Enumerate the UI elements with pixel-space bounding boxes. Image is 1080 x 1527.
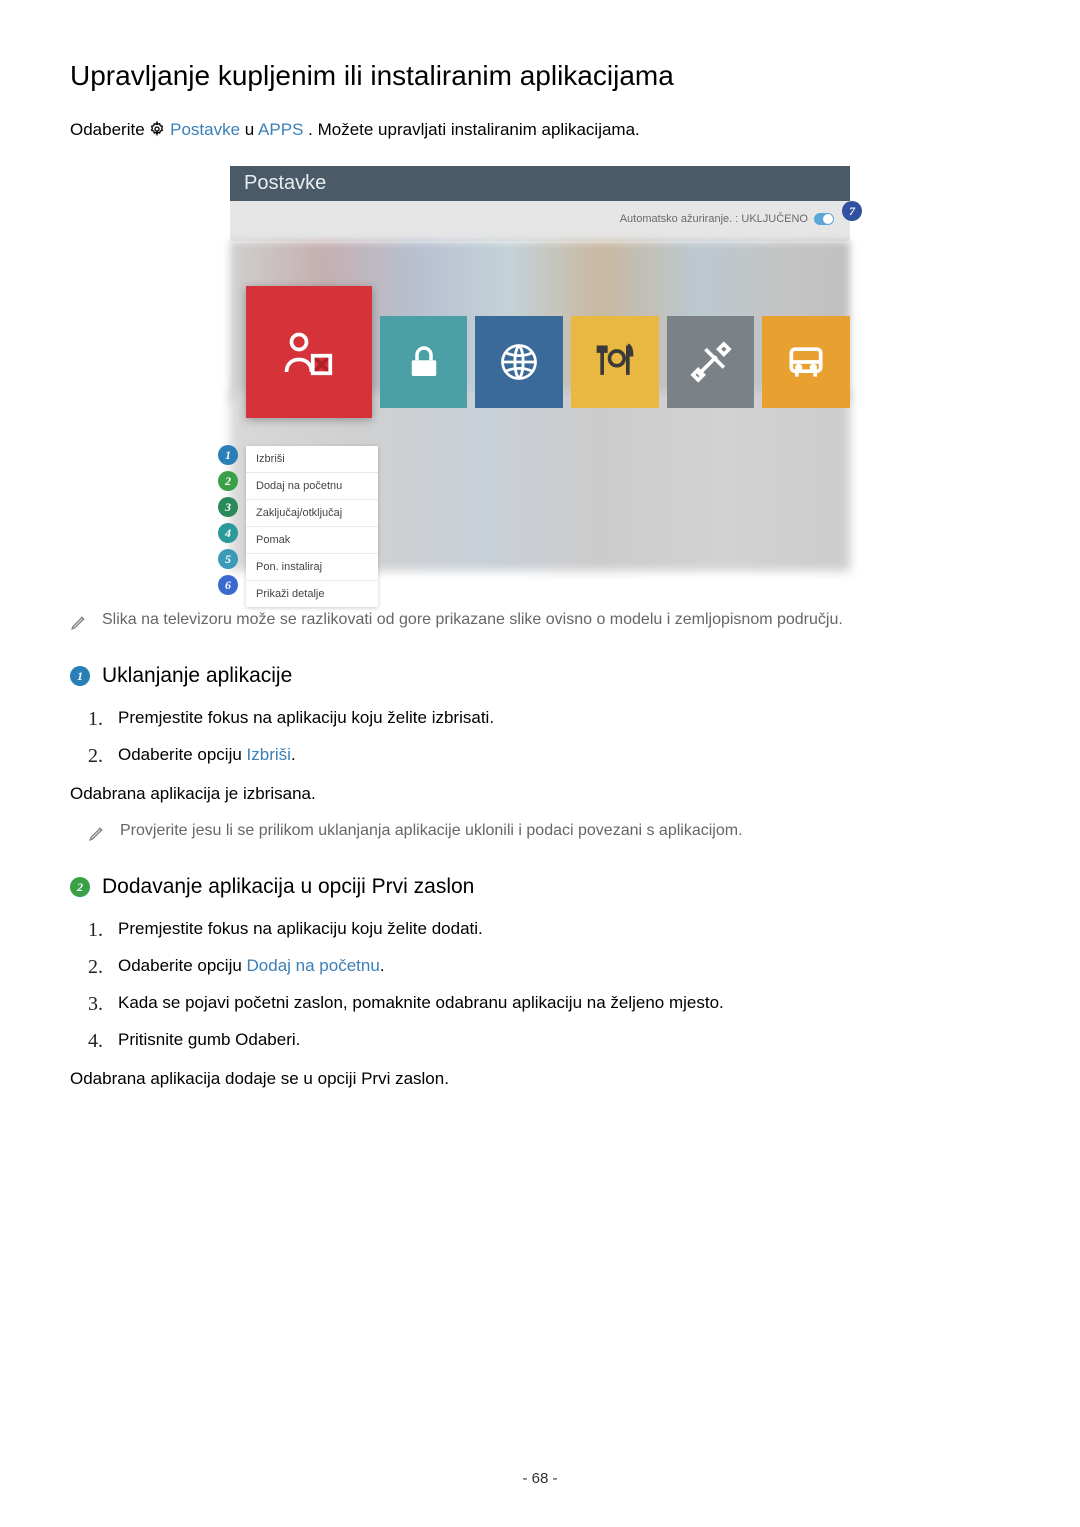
s2-step2-post: . xyxy=(380,956,385,975)
link-apps: APPS xyxy=(258,120,303,139)
intro-mid: u xyxy=(245,120,258,139)
page-number: - 68 - xyxy=(0,1470,1080,1487)
list-item: 2. Odaberite opciju Izbriši. xyxy=(88,745,1010,768)
ctx-item-details[interactable]: Prikaži detalje xyxy=(246,581,378,607)
list-item: 3.Kada se pojavi početni zaslon, pomakni… xyxy=(88,993,1010,1016)
context-menu: Izbriši Dodaj na početnu Zaključaj/otklj… xyxy=(246,446,378,607)
ctx-item-delete[interactable]: Izbriši xyxy=(246,446,378,473)
pencil-icon xyxy=(70,613,88,636)
pencil-icon xyxy=(88,824,106,847)
ctx-item-lock[interactable]: Zaključaj/otključaj xyxy=(246,500,378,527)
s2-step4: Pritisnite gumb Odaberi. xyxy=(118,1030,300,1053)
intro-post: . Možete upravljati instaliranim aplikac… xyxy=(308,120,640,139)
callout-7: 7 xyxy=(842,201,862,221)
section-1-note: Provjerite jesu li se prilikom uklanjanj… xyxy=(70,822,1010,847)
section-2-head: 2 Dodavanje aplikacija u opciji Prvi zas… xyxy=(70,875,1010,899)
s2-step3: Kada se pojavi početni zaslon, pomaknite… xyxy=(118,993,724,1016)
s1-step2-link: Izbriši xyxy=(247,745,291,764)
ctx-item-reinstall[interactable]: Pon. instaliraj xyxy=(246,554,378,581)
note-1-text: Slika na televizoru može se razlikovati … xyxy=(102,611,843,629)
s1-step2-post: . xyxy=(291,745,296,764)
app-tile-row xyxy=(246,316,850,416)
note-1: Slika na televizoru može se razlikovati … xyxy=(70,611,1010,636)
screenshot-top-bar: Automatsko ažuriranje. : UKLJUČENO xyxy=(230,201,850,241)
app-tile-globe[interactable] xyxy=(475,316,563,408)
section-2-result: Odabrana aplikacija dodaje se u opciji P… xyxy=(70,1069,1010,1089)
fork-plate-knife-icon xyxy=(593,340,637,384)
app-tile-lock[interactable] xyxy=(380,316,468,408)
app-tile-selected[interactable] xyxy=(246,286,372,418)
auto-update-toggle[interactable] xyxy=(814,213,834,225)
ctx-item-move[interactable]: Pomak xyxy=(246,527,378,554)
callout-6: 6 xyxy=(218,575,238,595)
app-tile-tools[interactable] xyxy=(667,316,755,408)
intro-pre: Odaberite xyxy=(70,120,149,139)
intro-paragraph: Odaberite Postavke u APPS . Možete uprav… xyxy=(70,120,1010,142)
list-item: 1.Premjestite fokus na aplikaciju koju ž… xyxy=(88,708,1010,731)
callout-4: 4 xyxy=(218,523,238,543)
callout-5: 5 xyxy=(218,549,238,569)
list-item: 2. Odaberite opciju Dodaj na početnu. xyxy=(88,956,1010,979)
callout-1: 1 xyxy=(218,445,238,465)
section-2-steps: 1.Premjestite fokus na aplikaciju koju ž… xyxy=(70,919,1010,1053)
section-2-title: Dodavanje aplikacija u opciji Prvi zaslo… xyxy=(102,875,474,899)
app-tile-bus[interactable] xyxy=(762,316,850,408)
context-callouts: 1 2 3 4 5 6 xyxy=(218,445,238,601)
s1-step1: Premjestite fokus na aplikaciju koju žel… xyxy=(118,708,494,731)
section-1-steps: 1.Premjestite fokus na aplikaciju koju ž… xyxy=(70,708,1010,768)
app-tile-food[interactable] xyxy=(571,316,659,408)
auto-update-label: Automatsko ažuriranje. : UKLJUČENO xyxy=(620,213,808,225)
section-1-head: 1 Uklanjanje aplikacije xyxy=(70,664,1010,688)
page-title: Upravljanje kupljenim ili instaliranim a… xyxy=(70,60,1010,92)
section-2-badge: 2 xyxy=(70,877,90,897)
screenshot-panel: Postavke Automatsko ažuriranje. : UKLJUČ… xyxy=(230,166,850,571)
bus-icon xyxy=(784,340,828,384)
globe-icon xyxy=(497,340,541,384)
screenshot-title: Postavke xyxy=(230,166,850,201)
s2-step2-link: Dodaj na početnu xyxy=(247,956,380,975)
list-item: 4.Pritisnite gumb Odaberi. xyxy=(88,1030,1010,1053)
section-1-badge: 1 xyxy=(70,666,90,686)
section-1-result: Odabrana aplikacija je izbrisana. xyxy=(70,784,1010,804)
s1-step2-pre: Odaberite opciju xyxy=(118,745,247,764)
callout-3: 3 xyxy=(218,497,238,517)
s2-step1: Premjestite fokus na aplikaciju koju žel… xyxy=(118,919,483,942)
section-1-note-text: Provjerite jesu li se prilikom uklanjanj… xyxy=(120,822,743,840)
callout-2: 2 xyxy=(218,471,238,491)
link-postavke: Postavke xyxy=(170,120,240,139)
s2-step2-pre: Odaberite opciju xyxy=(118,956,247,975)
lock-icon xyxy=(403,341,445,383)
tools-icon xyxy=(689,340,733,384)
list-item: 1.Premjestite fokus na aplikaciju koju ž… xyxy=(88,919,1010,942)
gear-icon xyxy=(149,121,165,142)
section-1-title: Uklanjanje aplikacije xyxy=(102,664,292,688)
ctx-item-add-home[interactable]: Dodaj na početnu xyxy=(246,473,378,500)
